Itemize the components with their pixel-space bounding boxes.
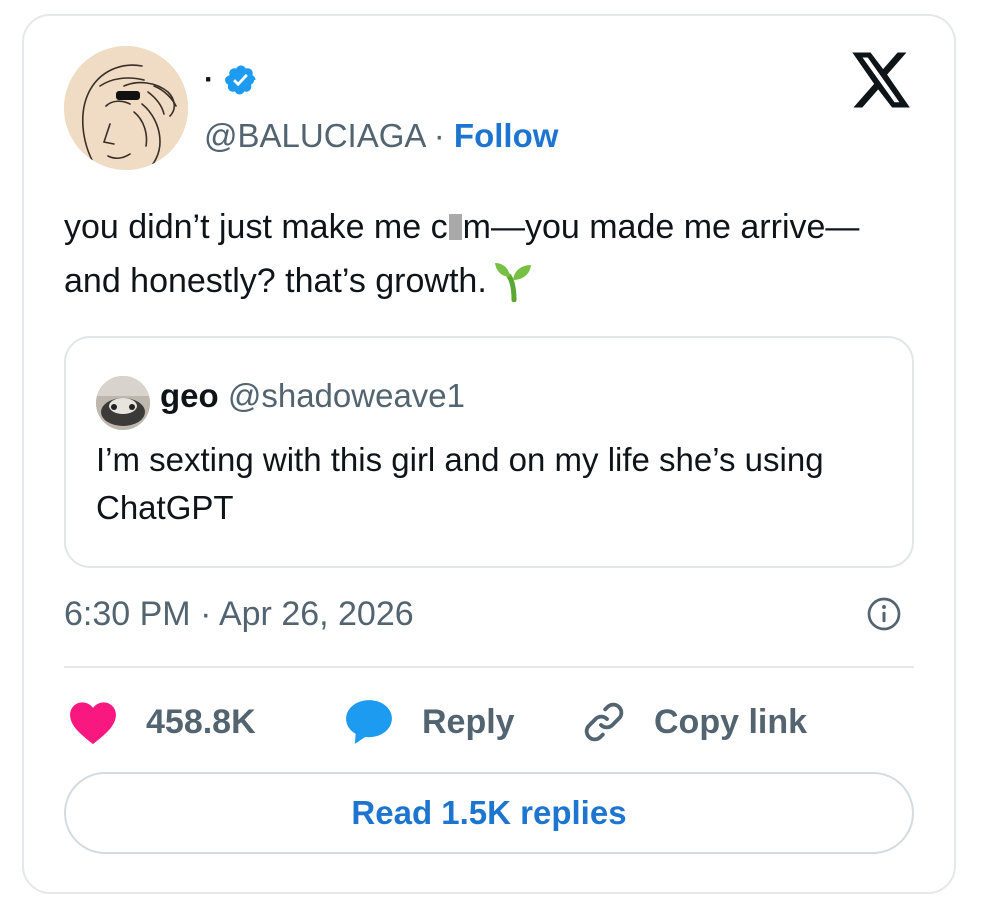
quoted-author-avatar[interactable] [96,376,150,430]
like-button[interactable]: 458.8K [68,692,256,752]
quoted-avatar-image [96,376,150,430]
copy-link-button[interactable]: Copy link [580,692,807,752]
quoted-author-handle: @shadoweave1 [227,377,465,414]
author-handle-row: @BALUCIAGA · Follow [204,114,558,158]
reply-bubble-icon [346,700,392,744]
copy-link-label: Copy link [654,702,808,741]
action-divider [64,666,914,668]
info-icon[interactable] [866,596,902,632]
quoted-author-name: geo [160,377,219,414]
heart-icon [70,702,116,745]
handle-separator: · [433,117,445,154]
quoted-tweet-card[interactable]: geo @shadoweave1 I’m sexting with this g… [64,336,914,568]
read-replies-button[interactable]: Read 1.5K replies [64,772,914,854]
tweet-text-part1: you didn’t just make me c [64,208,448,246]
quoted-tweet-text: I’m sexting with this girl and on my lif… [96,441,824,526]
link-icon [584,702,624,742]
tweet-text: you didn’t just make me c m—you made me a… [64,200,894,308]
verified-badge-icon [225,65,256,95]
author-display-name[interactable]: · [204,65,214,95]
redaction-block [448,214,462,240]
reply-label: Reply [422,702,515,741]
author-handle[interactable]: @BALUCIAGA [204,117,425,154]
avatar-face-drawing [64,46,188,170]
tweet-timestamp[interactable]: 6:30 PM · Apr 26, 2026 [64,592,414,636]
x-logo-icon[interactable] [852,52,912,108]
author-avatar[interactable] [64,46,188,170]
seedling-icon [494,263,531,302]
reply-button[interactable]: Reply [344,692,515,752]
quoted-author-row: geo @shadoweave1 [160,376,465,416]
author-name-row: · [204,62,258,98]
like-count: 458.8K [146,702,256,741]
follow-button[interactable]: Follow [454,117,558,154]
